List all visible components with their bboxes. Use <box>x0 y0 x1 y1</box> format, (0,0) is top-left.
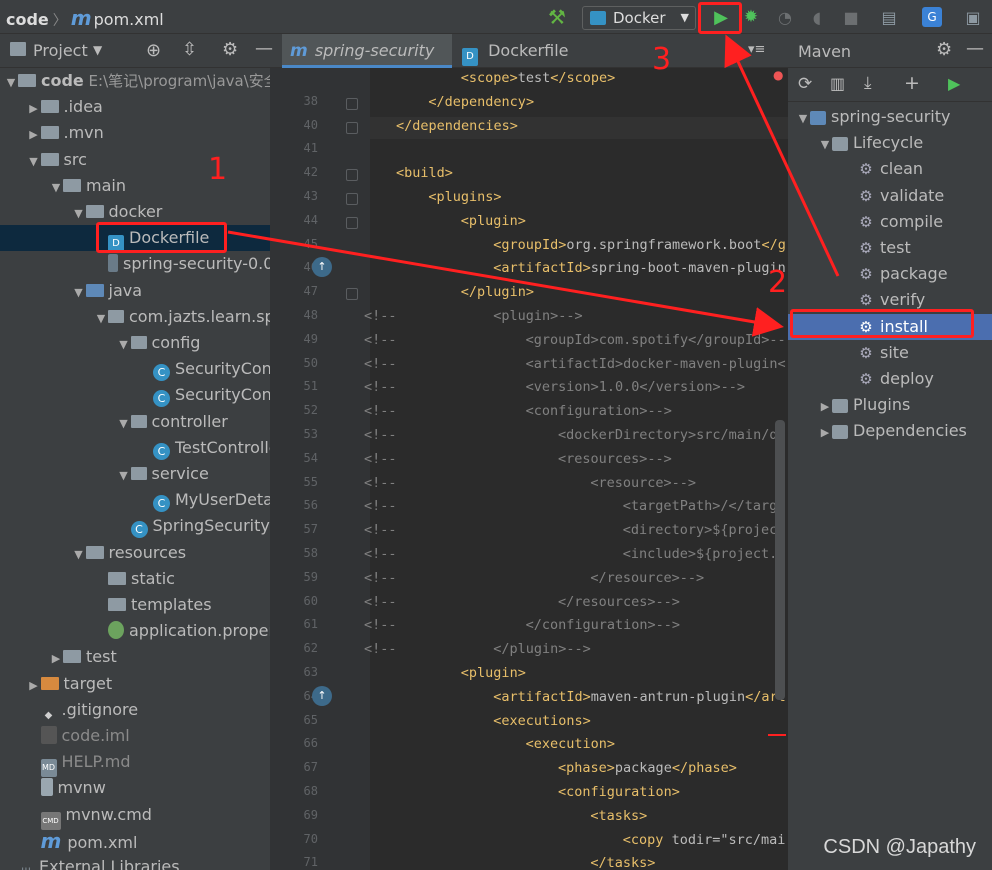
ide-window: code 〉 m pom.xml ⚒ Docker ▼ ▶ ✹ ◔ ◖ ■ ▤ G ▣… <box>0 0 992 870</box>
arrow-dockerfile-to-install <box>227 230 784 337</box>
arrow-install-to-run <box>724 34 840 277</box>
watermark: CSDN @Japathy <box>823 836 976 858</box>
annotation-arrows <box>227 34 840 337</box>
